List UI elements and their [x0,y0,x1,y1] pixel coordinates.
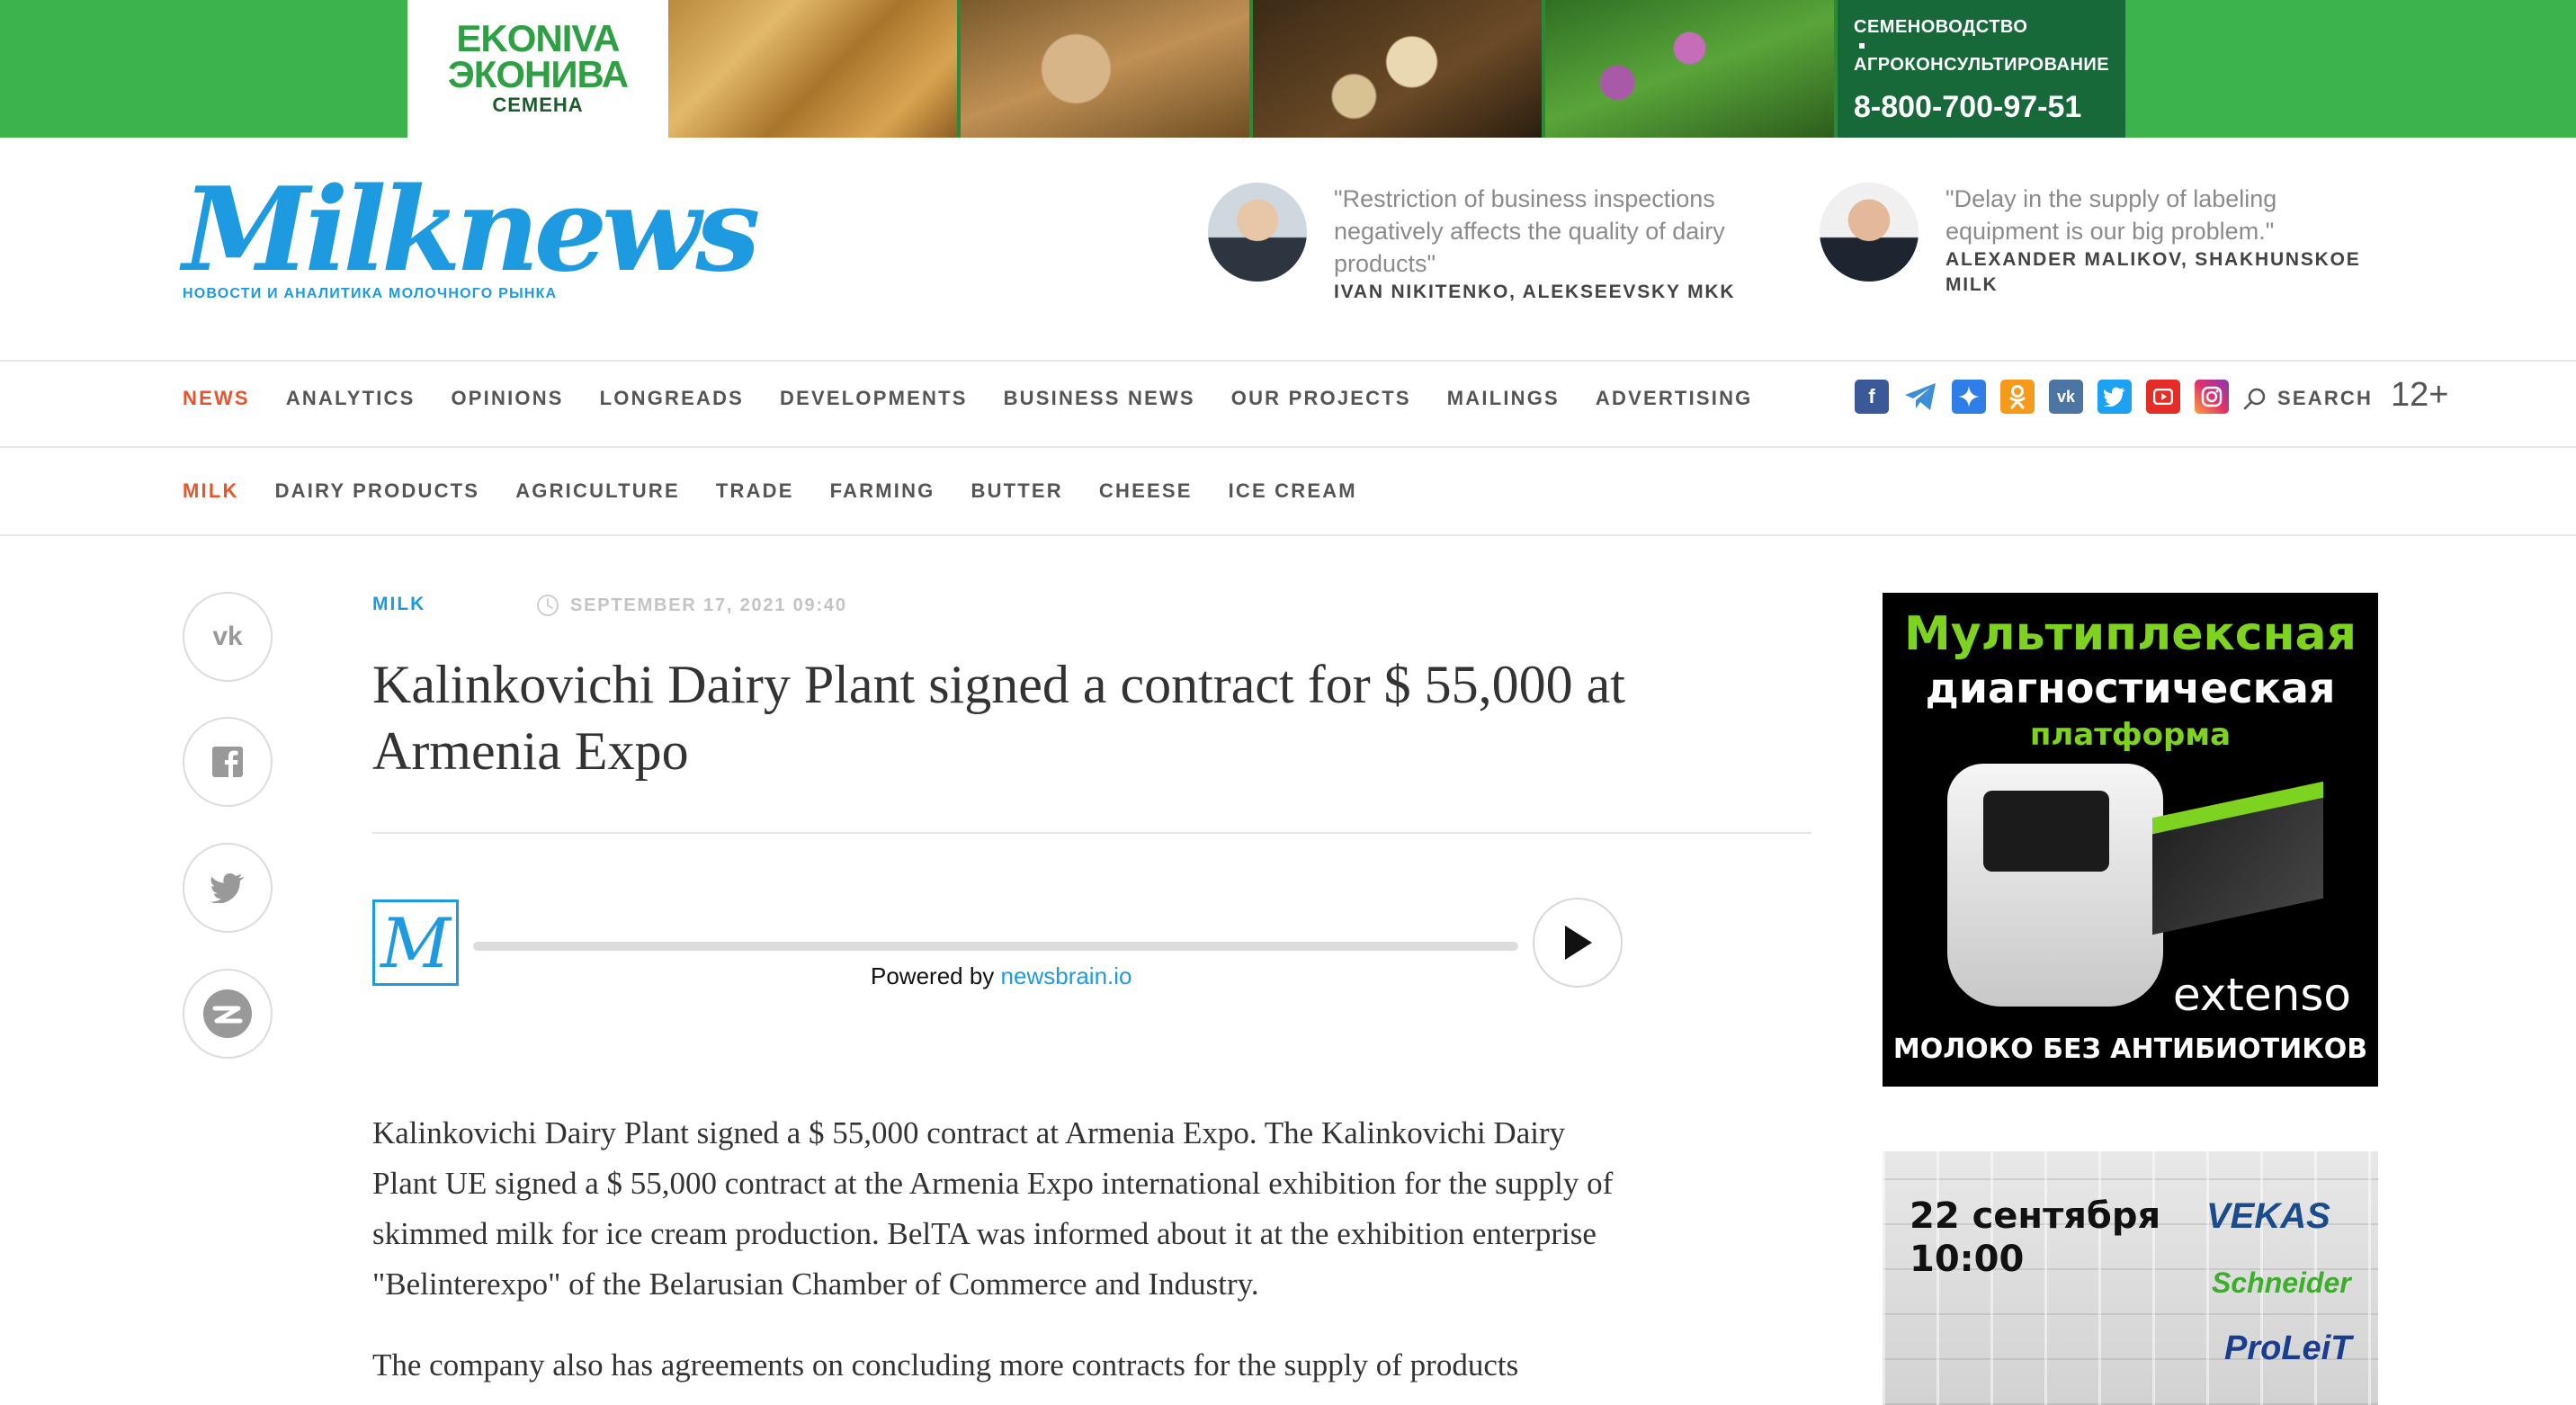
banner-photo-soy [961,0,1253,138]
banner-photo-peas [1253,0,1545,138]
ad1-line3: платформа [2029,717,2232,753]
article-category[interactable]: MILK [372,594,425,615]
subnav-item-cheese[interactable]: CHEESE [1099,479,1193,503]
ad2-schneider-logo: Schneider [2212,1266,2351,1299]
ekoniva-logo: EKONIVA ЭКОНИВА СЕМЕНА [407,0,668,138]
site-logo[interactable]: Milknews НОВОСТИ И АНАЛИТИКА МОЛОЧНОГО Р… [183,163,760,302]
zen-icon[interactable] [1952,380,1986,414]
instagram-icon[interactable] [2195,380,2229,414]
banner-photo-clover [1545,0,1838,138]
article-title: Kalinkovichi Dairy Plant signed a contra… [372,655,1625,781]
banner-service-1: СЕМЕНОВОДСТВО [1854,17,2028,37]
player-powered-by: Powered by newsbrain.io [871,962,1132,990]
nav-item-news[interactable]: NEWS [183,387,250,410]
quote-text: "Restriction of business inspections neg… [1334,185,1725,277]
site-logo-wordmark: Milknews [183,163,760,298]
ad2-time-text: 10:00 [1910,1239,2025,1280]
subnav-item-ice-cream[interactable]: ICE CREAM [1229,479,1357,503]
title-divider [372,832,1811,834]
ad1-line1: Мультиплексная [1904,607,2357,661]
ekoniva-logo-latin: EKONIVA [456,16,620,59]
ad2-date-text: 22 сентября [1910,1195,2161,1237]
share-zen-button[interactable] [183,969,273,1059]
banner-service-2: АГРОКОНСУЛЬТИРОВАНИЕ [1854,55,2110,75]
nav-item-business-news[interactable]: BUSINESS NEWS [1004,387,1195,410]
article-paragraph: Kalinkovichi Dairy Plant signed a $ 55,0… [372,1115,1614,1302]
article-date: SEPTEMBER 17, 2021 09:40 [536,594,847,617]
search-icon [2243,388,2266,410]
nav-mid-divider [0,446,2576,448]
ad2-vekas-logo: VEKAS [2206,1196,2330,1236]
ad1-brand: extenso [2172,969,2351,1021]
header-quote-2[interactable]: "Delay in the supply of labeling equipme… [1820,183,2395,298]
facebook-icon [212,747,243,777]
banner-photo-wheat [668,0,961,138]
nav-item-mailings[interactable]: MAILINGS [1447,387,1560,410]
nav-item-advertising[interactable]: ADVERTISING [1596,387,1753,410]
search-button[interactable]: SEARCH [2243,387,2373,410]
odnoklassniki-icon[interactable] [2000,380,2035,414]
share-vk-button[interactable]: vk [183,592,273,682]
sidebar-ad-event[interactable]: 22 сентября 10:00 VEKAS Schneider ProLei… [1883,1151,2378,1405]
banner-info: СЕМЕНОВОДСТВО АГРОКОНСУЛЬТИРОВАНИЕ 8-800… [1838,0,2125,138]
play-button[interactable] [1533,898,1623,988]
quote-author: IVAN NIKITENKO, ALEKSEEVSKY MKK [1334,282,1736,302]
ad2-date: 22 сентября 10:00 [1910,1195,2160,1281]
share-twitter-button[interactable] [183,843,273,933]
banner-phone: 8-800-700-97-51 [1854,90,2082,124]
newsbrain-link[interactable]: newsbrain.io [1001,962,1132,989]
subnav-item-trade[interactable]: TRADE [716,479,794,503]
twitter-icon [210,873,245,903]
sub-nav: MILK DAIRY PRODUCTS AGRICULTURE TRADE FA… [183,479,1393,503]
facebook-icon[interactable]: f [1855,380,1889,414]
social-links: f vk [1855,380,2243,414]
vk-icon: vk [212,622,243,651]
article-date-text: SEPTEMBER 17, 2021 09:40 [570,595,847,615]
share-facebook-button[interactable] [183,717,273,807]
subnav-item-farming[interactable]: FARMING [830,479,935,503]
nav-item-our-projects[interactable]: OUR PROJECTS [1231,387,1411,410]
avatar [1208,183,1307,282]
powered-by-label: Powered by [871,962,1001,989]
article-paragraph: The company also has agreements on concl… [372,1347,1519,1383]
ad1-line2: диагностическая [1925,664,2336,712]
newsbrain-logo: M [372,899,459,986]
nav-item-longreads[interactable]: LONGREADS [600,387,744,410]
banner-bullet [1859,43,1865,49]
telegram-icon[interactable] [1903,380,1937,414]
ad1-footer: МОЛОКО БЕЗ АНТИБИОТИКОВ [1892,1034,2368,1065]
sidebar-ad-extenso[interactable]: Мультиплексная диагностическая платформа… [1883,593,2378,1087]
subnav-item-dairy-products[interactable]: DAIRY PRODUCTS [275,479,480,503]
subnav-item-milk[interactable]: MILK [183,479,239,503]
age-rating: 12+ [2391,376,2449,414]
nav-item-analytics[interactable]: ANALYTICS [286,387,416,410]
quote-author: ALEXANDER MALIKOV, SHAKHUNSKOE MILK [1945,249,2361,295]
clock-icon [537,595,559,616]
subnav-item-butter[interactable]: BUTTER [970,479,1062,503]
ad1-box-image [2152,781,2323,935]
subnav-item-agriculture[interactable]: AGRICULTURE [515,479,680,503]
header-quote-1[interactable]: "Restriction of business inspections neg… [1208,183,1784,305]
quote-text: "Delay in the supply of labeling equipme… [1945,185,2277,245]
ad2-proleit-logo: ProLeiT [2224,1329,2352,1367]
search-label: SEARCH [2277,387,2374,409]
play-icon [1565,926,1592,960]
main-nav: NEWS ANALYTICS OPINIONS LONGREADS DEVELO… [183,387,1788,410]
twitter-icon[interactable] [2097,380,2132,414]
subnav-divider [0,534,2576,536]
ekoniva-logo-cyrillic: ЭКОНИВА [447,52,629,95]
nav-top-divider [0,360,2576,362]
zen-icon [203,989,252,1038]
nav-item-opinions[interactable]: OPINIONS [451,387,563,410]
avatar [1820,183,1919,282]
youtube-icon[interactable] [2146,380,2180,414]
ekoniva-logo-sub: СЕМЕНА [492,93,584,116]
top-banner-ad[interactable]: EKONIVA ЭКОНИВА СЕМЕНА СЕМЕНОВОДСТВО АГР… [0,0,2576,138]
audio-progress-bar[interactable] [473,942,1518,951]
vk-icon[interactable]: vk [2049,380,2083,414]
nav-item-developments[interactable]: DEVELOPMENTS [780,387,968,410]
